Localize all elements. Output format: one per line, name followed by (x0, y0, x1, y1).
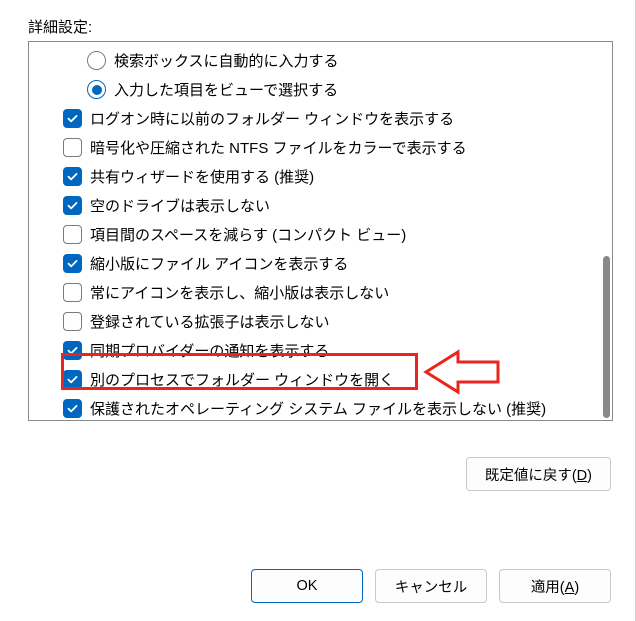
radio-1[interactable] (87, 80, 106, 99)
option-label-9: 登録されている拡張子は表示しない (90, 311, 330, 332)
option-label-10: 同期プロバイダーの通知を表示する (90, 340, 329, 361)
option-row-1[interactable]: 入力した項目をビューで選択する (35, 75, 594, 104)
scroll-thumb[interactable] (603, 256, 610, 418)
option-row-11[interactable]: 別のプロセスでフォルダー ウィンドウを開く (35, 365, 594, 394)
checkbox-5[interactable] (63, 196, 82, 215)
option-label-2: ログオン時に以前のフォルダー ウィンドウを表示する (90, 108, 454, 129)
advanced-settings-panel: 詳細設定: 検索ボックスに自動的に入力する入力した項目をビューで選択するログオン… (8, 0, 633, 621)
advanced-options-list[interactable]: 検索ボックスに自動的に入力する入力した項目をビューで選択するログオン時に以前のフ… (28, 41, 613, 421)
option-label-6: 項目間のスペースを減らす (コンパクト ビュー) (90, 224, 406, 245)
option-label-12: 保護されたオペレーティング システム ファイルを表示しない (推奨) (90, 398, 546, 419)
checkbox-9[interactable] (63, 312, 82, 331)
radio-0[interactable] (87, 51, 106, 70)
checkbox-2[interactable] (63, 109, 82, 128)
apply-label: 適用(A) (531, 576, 579, 597)
checkbox-12[interactable] (63, 399, 82, 418)
option-label-5: 空のドライブは表示しない (90, 195, 270, 216)
option-row-7[interactable]: 縮小版にファイル アイコンを表示する (35, 249, 594, 278)
option-label-7: 縮小版にファイル アイコンを表示する (90, 253, 348, 274)
restore-defaults-button[interactable]: 既定値に戻す(D) (466, 457, 611, 491)
option-row-0[interactable]: 検索ボックスに自動的に入力する (35, 46, 594, 75)
option-row-2[interactable]: ログオン時に以前のフォルダー ウィンドウを表示する (35, 104, 594, 133)
option-row-3[interactable]: 暗号化や圧縮された NTFS ファイルをカラーで表示する (35, 133, 594, 162)
ok-label: OK (297, 578, 318, 594)
option-row-4[interactable]: 共有ウィザードを使用する (推奨) (35, 162, 594, 191)
option-row-12[interactable]: 保護されたオペレーティング システム ファイルを表示しない (推奨) (35, 394, 594, 421)
checkbox-7[interactable] (63, 254, 82, 273)
apply-button[interactable]: 適用(A) (499, 569, 611, 603)
option-label-1: 入力した項目をビューで選択する (114, 79, 338, 100)
scrollbar[interactable] (602, 46, 610, 416)
checkbox-8[interactable] (63, 283, 82, 302)
checkbox-3[interactable] (63, 138, 82, 157)
option-label-3: 暗号化や圧縮された NTFS ファイルをカラーで表示する (90, 137, 467, 158)
dialog-button-bar: OK キャンセル 適用(A) (251, 569, 611, 603)
option-label-8: 常にアイコンを表示し、縮小版は表示しない (90, 282, 389, 303)
option-label-4: 共有ウィザードを使用する (推奨) (90, 166, 314, 187)
checkbox-6[interactable] (63, 225, 82, 244)
option-row-10[interactable]: 同期プロバイダーの通知を表示する (35, 336, 594, 365)
option-label-11: 別のプロセスでフォルダー ウィンドウを開く (90, 369, 394, 390)
checkbox-4[interactable] (63, 167, 82, 186)
option-row-6[interactable]: 項目間のスペースを減らす (コンパクト ビュー) (35, 220, 594, 249)
option-row-5[interactable]: 空のドライブは表示しない (35, 191, 594, 220)
option-label-0: 検索ボックスに自動的に入力する (114, 50, 339, 71)
cancel-button[interactable]: キャンセル (375, 569, 487, 603)
checkbox-11[interactable] (63, 370, 82, 389)
restore-defaults-label: 既定値に戻す(D) (485, 464, 592, 485)
section-label: 詳細設定: (28, 16, 613, 37)
cancel-label: キャンセル (395, 576, 468, 597)
checkbox-10[interactable] (63, 341, 82, 360)
option-row-8[interactable]: 常にアイコンを表示し、縮小版は表示しない (35, 278, 594, 307)
option-row-9[interactable]: 登録されている拡張子は表示しない (35, 307, 594, 336)
ok-button[interactable]: OK (251, 569, 363, 603)
